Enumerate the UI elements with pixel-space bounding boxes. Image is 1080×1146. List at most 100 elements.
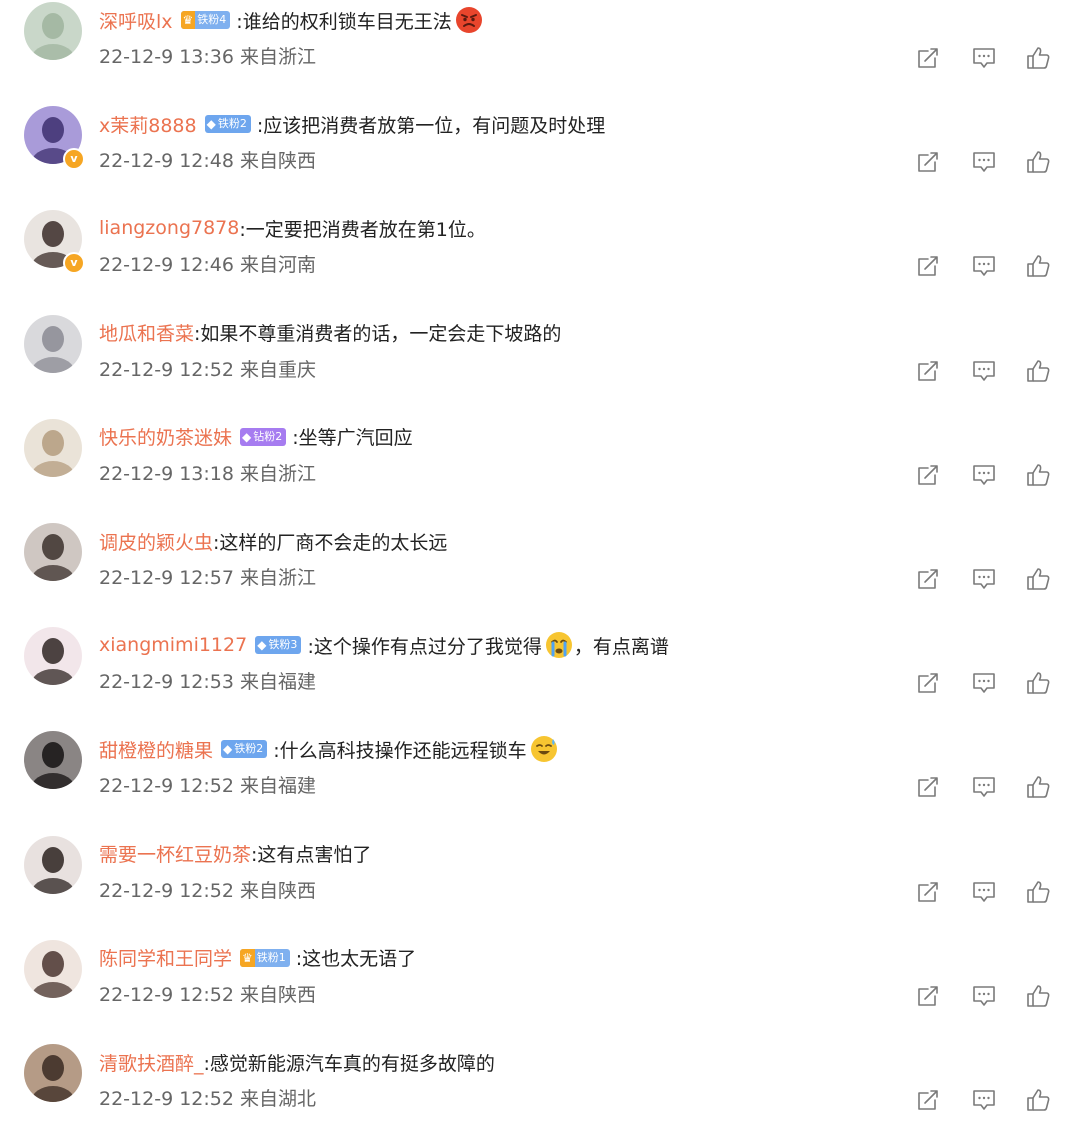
comment-actions xyxy=(914,669,1054,697)
avatar[interactable] xyxy=(24,835,82,894)
share-icon[interactable] xyxy=(914,252,942,280)
comment-meta: 22-12-9 12:52 来自湖北 xyxy=(99,1088,316,1110)
comment-item: 调皮的颖火虫:这样的厂商不会走的太长远 22-12-9 12:57 来自浙江 xyxy=(0,521,1080,625)
share-icon[interactable] xyxy=(914,982,942,1010)
like-icon[interactable] xyxy=(1024,878,1052,906)
share-icon[interactable] xyxy=(914,773,942,801)
comment-icon[interactable] xyxy=(970,461,998,489)
fan-badge-label: 铁粉2 xyxy=(217,117,247,131)
like-icon[interactable] xyxy=(1024,252,1052,280)
comment-icon[interactable] xyxy=(970,148,998,176)
comment-text-line: 陈同学和王同学 ♛ 铁粉1 :这也太无语了 xyxy=(99,938,416,978)
username-link[interactable]: 地瓜和香菜 xyxy=(99,319,194,346)
avatar[interactable] xyxy=(24,418,82,477)
share-icon[interactable] xyxy=(914,1086,942,1114)
avatar[interactable] xyxy=(24,314,82,373)
comment-icon[interactable] xyxy=(970,982,998,1010)
comment-text: :如果不尊重消费者的话，一定会走下坡路的 xyxy=(194,323,562,346)
sweat-smile-face-emoji-icon xyxy=(529,734,559,764)
like-icon[interactable] xyxy=(1024,461,1052,489)
comment-meta: 22-12-9 12:46 来自河南 xyxy=(99,254,316,277)
avatar[interactable] xyxy=(24,1044,82,1102)
share-icon[interactable] xyxy=(914,878,942,906)
like-icon[interactable] xyxy=(1024,44,1052,72)
username-link[interactable]: 陈同学和王同学 xyxy=(99,944,232,971)
comment-item: 快乐的奶茶迷妹 ◆ 钻粉2:坐等广汽回应 22-12-9 13:18 来自浙江 xyxy=(0,417,1080,521)
fan-badge[interactable]: ◆ 钻粉2 xyxy=(240,427,287,446)
comment-text: :这个操作有点过分了我觉得 xyxy=(307,635,542,658)
username-link[interactable]: 调皮的颖火虫 xyxy=(99,528,213,555)
share-icon[interactable] xyxy=(914,357,942,385)
comment-text-continued: ，有点离谱 xyxy=(573,635,669,658)
like-icon[interactable] xyxy=(1024,357,1052,385)
like-icon[interactable] xyxy=(1024,773,1052,801)
fan-badge[interactable]: ◆ 铁粉3 xyxy=(255,636,302,655)
comment-text-line: liangzong7878:一定要把消费者放在第1位。 xyxy=(99,208,486,248)
like-icon[interactable] xyxy=(1024,669,1052,697)
avatar[interactable] xyxy=(24,523,82,581)
avatar[interactable] xyxy=(24,731,82,790)
username-link[interactable]: xiangmimi1127 xyxy=(99,634,247,656)
username-link[interactable]: 清歌扶酒醉_ xyxy=(99,1049,204,1076)
comment-text: :这也太无语了 xyxy=(295,948,417,971)
avatar[interactable] xyxy=(24,939,82,998)
comment-icon[interactable] xyxy=(970,773,998,801)
comment-icon[interactable] xyxy=(970,252,998,280)
comment-actions xyxy=(914,148,1054,176)
comment-text-line: xiangmimi1127 ◆ 铁粉3 :这个操作有点过分了我觉得 ，有点离谱 xyxy=(99,625,669,665)
crying-face-emoji-icon xyxy=(544,630,574,660)
comment-icon[interactable] xyxy=(970,1086,998,1114)
comment-actions xyxy=(914,982,1054,1010)
avatar[interactable] xyxy=(24,627,82,686)
username-link[interactable]: 快乐的奶茶迷妹 xyxy=(99,423,232,450)
fan-badge[interactable]: ◆ 铁粉2 xyxy=(204,115,251,134)
share-icon[interactable] xyxy=(914,565,942,593)
username-link[interactable]: x茉莉8888 xyxy=(99,111,197,138)
username-link[interactable]: liangzong7878 xyxy=(99,217,239,239)
share-icon[interactable] xyxy=(914,148,942,176)
fan-badge[interactable]: ♛ 铁粉1 xyxy=(240,948,290,967)
comment-meta: 22-12-9 12:52 来自重庆 xyxy=(99,358,316,381)
comment-item: 陈同学和王同学 ♛ 铁粉1 :这也太无语了 22-12-9 12:52 来自陕西 xyxy=(0,938,1080,1042)
comment-actions xyxy=(914,878,1054,906)
fan-badge[interactable]: ♛ 铁粉4 xyxy=(180,11,231,29)
comment-icon[interactable] xyxy=(970,878,998,906)
comment-meta: 22-12-9 12:57 来自浙江 xyxy=(99,567,316,589)
like-icon[interactable] xyxy=(1024,1086,1052,1114)
comment-meta: 22-12-9 12:52 来自陕西 xyxy=(99,879,316,902)
diamond-icon: ◆ xyxy=(206,117,216,132)
like-icon[interactable] xyxy=(1024,148,1052,176)
share-icon[interactable] xyxy=(914,44,942,72)
comment-meta: 22-12-9 12:52 来自陕西 xyxy=(99,983,316,1006)
comment-text-line: 快乐的奶茶迷妹 ◆ 钻粉2 :坐等广汽回应 xyxy=(99,417,413,457)
comment-text: :应该把消费者放第一位，有问题及时处理 xyxy=(256,114,606,137)
comment-actions xyxy=(914,773,1054,801)
comment-icon[interactable] xyxy=(970,565,998,593)
angry-face-emoji-icon xyxy=(454,5,484,35)
comment-text: :谁给的权利锁车目无王法 xyxy=(236,10,452,33)
comment-text: :坐等广汽回应 xyxy=(292,427,413,450)
comment-icon[interactable] xyxy=(970,44,998,72)
username-link[interactable]: 需要一杯红豆奶茶 xyxy=(99,840,251,867)
crown-icon: ♛ xyxy=(240,948,255,967)
diamond-icon: ◆ xyxy=(257,638,267,653)
fan-badge[interactable]: ◆ 铁粉2 xyxy=(221,740,268,759)
comment-text: :感觉新能源汽车真的有挺多故障的 xyxy=(203,1052,495,1075)
username-link[interactable]: 深呼吸lx xyxy=(99,7,173,34)
comment-item: 地瓜和香菜:如果不尊重消费者的话，一定会走下坡路的 22-12-9 12:52 来… xyxy=(0,313,1080,417)
username-link[interactable]: 甜橙橙的糖果 xyxy=(99,736,213,763)
fan-badge-label: 铁粉4 xyxy=(197,13,227,26)
comment-icon[interactable] xyxy=(970,669,998,697)
share-icon[interactable] xyxy=(914,461,942,489)
comment-text-line: 地瓜和香菜:如果不尊重消费者的话，一定会走下坡路的 xyxy=(99,313,561,353)
diamond-icon: ◆ xyxy=(242,429,252,444)
like-icon[interactable] xyxy=(1024,982,1052,1010)
comment-item: v x茉莉8888 ◆ 铁粉2:应该把消费者放第一位，有问题及时处理 22-12-9 1… xyxy=(0,104,1080,208)
comment-item: 清歌扶酒醉_:感觉新能源汽车真的有挺多故障的 22-12-9 12:52 来自湖北 xyxy=(0,1042,1080,1146)
avatar[interactable] xyxy=(24,2,82,60)
comment-meta: 22-12-9 13:36 来自浙江 xyxy=(99,46,316,68)
share-icon[interactable] xyxy=(914,669,942,697)
comment-icon[interactable] xyxy=(970,357,998,385)
comment-item: v liangzong7878:一定要把消费者放在第1位。 22-12-9 12:4… xyxy=(0,208,1080,312)
like-icon[interactable] xyxy=(1024,565,1052,593)
